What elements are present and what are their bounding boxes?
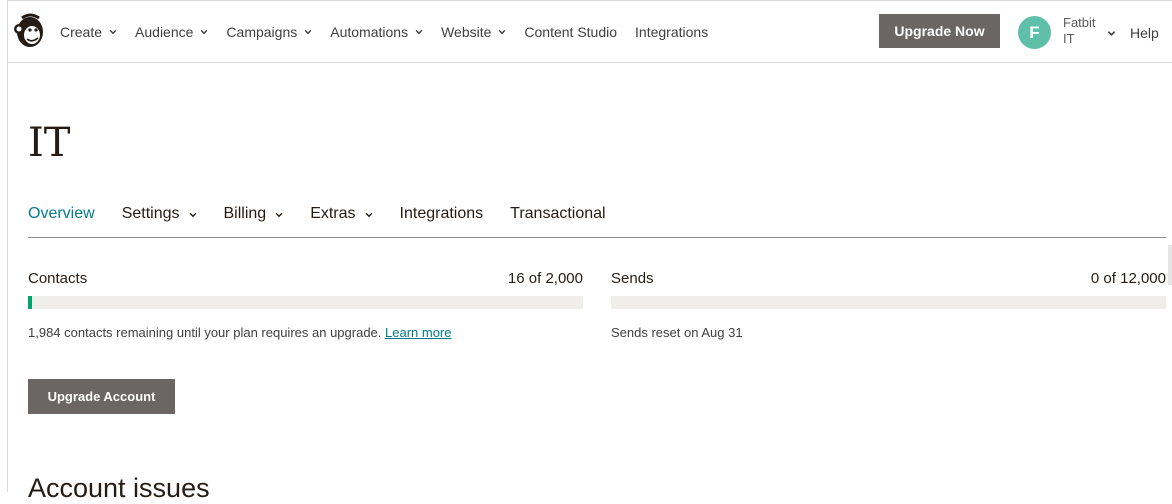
sends-label: Sends xyxy=(611,270,654,287)
sends-of: of xyxy=(1103,270,1116,287)
account-tabs: Overview Settings Billing Extras Integration… xyxy=(28,200,1166,238)
contacts-used: 16 xyxy=(507,270,525,287)
chevron-down-icon xyxy=(275,212,283,218)
avatar[interactable]: F xyxy=(1018,16,1051,49)
tab-label: Settings xyxy=(121,205,180,222)
nav-item-label: Create xyxy=(60,23,103,40)
tab-label: Transactional xyxy=(510,205,606,222)
tab-label: Extras xyxy=(310,205,356,222)
top-navigation: Create Audience Campaigns Automations Websit… xyxy=(8,1,1172,63)
contacts-note-text: 1,984 contacts remaining until your plan… xyxy=(28,325,382,340)
account-name-line1: Fatbit xyxy=(1063,15,1096,30)
tab-label: Billing xyxy=(223,205,267,222)
nav-item-create[interactable]: Create xyxy=(60,24,117,40)
contacts-progress-bar xyxy=(28,296,583,309)
contacts-label: Contacts xyxy=(28,270,88,287)
nav-item-label: Campaigns xyxy=(226,23,298,40)
nav-item-audience[interactable]: Audience xyxy=(135,24,208,40)
contacts-of: of xyxy=(528,270,542,287)
nav-item-label: Integrations xyxy=(635,23,709,40)
contacts-limit: 2,000 xyxy=(545,270,583,287)
chevron-down-icon xyxy=(109,29,117,34)
contacts-note: 1,984 contacts remaining until your plan… xyxy=(28,325,583,340)
learn-more-link[interactable]: Learn more xyxy=(385,325,451,340)
tab-extras[interactable]: Extras xyxy=(310,200,372,237)
nav-item-automations[interactable]: Automations xyxy=(330,24,423,40)
sends-count: 0 of 12,000 xyxy=(1091,270,1166,290)
freddie-monkey-logo[interactable] xyxy=(12,11,48,51)
upgrade-account-button[interactable]: Upgrade Account xyxy=(28,379,175,414)
window-left-border xyxy=(7,0,8,492)
tab-label: Integrations xyxy=(399,205,484,222)
account-issues-heading: Account issues xyxy=(28,473,210,504)
sends-usage: Sends 0 of 12,000 Sends reset on Aug 31 xyxy=(611,270,1166,340)
sends-note: Sends reset on Aug 31 xyxy=(611,325,1166,340)
tab-label: Overview xyxy=(28,205,95,222)
sends-used: 0 xyxy=(1090,270,1100,287)
help-link[interactable]: Help xyxy=(1130,25,1159,41)
chevron-down-icon xyxy=(201,29,208,34)
chevron-down-icon xyxy=(365,212,372,218)
nav-item-campaigns[interactable]: Campaigns xyxy=(226,24,312,40)
sends-note-text: Sends reset on Aug 31 xyxy=(611,325,743,340)
nav-item-content-studio[interactable]: Content Studio xyxy=(524,24,617,40)
tab-settings[interactable]: Settings xyxy=(122,200,197,237)
scrollbar[interactable] xyxy=(1168,245,1172,285)
chevron-down-icon xyxy=(415,29,423,34)
nav-item-label: Audience xyxy=(135,23,194,40)
nav-item-label: Website xyxy=(441,23,492,40)
tab-billing[interactable]: Billing xyxy=(224,200,284,237)
page-title: IT xyxy=(28,119,71,166)
sends-limit: 12,000 xyxy=(1120,270,1166,287)
account-name-line2: IT xyxy=(1063,31,1075,46)
tab-overview[interactable]: Overview xyxy=(28,200,95,237)
account-name[interactable]: Fatbit IT xyxy=(1063,15,1096,47)
contacts-progress-fill xyxy=(28,296,33,309)
chevron-down-icon xyxy=(499,29,506,34)
tab-transactional[interactable]: Transactional xyxy=(510,200,605,237)
chevron-down-icon xyxy=(189,212,196,218)
primary-nav: Create Audience Campaigns Automations Websit… xyxy=(60,1,726,62)
nav-item-label: Content Studio xyxy=(524,23,618,40)
nav-item-website[interactable]: Website xyxy=(441,24,506,40)
upgrade-now-button[interactable]: Upgrade Now xyxy=(879,14,1000,48)
nav-item-integrations[interactable]: Integrations xyxy=(635,24,708,40)
sends-progress-bar xyxy=(611,296,1166,309)
nav-item-label: Automations xyxy=(330,23,409,40)
contacts-usage: Contacts 16 of 2,000 1,984 contacts rema… xyxy=(28,270,583,340)
chevron-down-icon[interactable] xyxy=(1107,29,1116,38)
chevron-down-icon xyxy=(304,29,312,34)
tab-integrations[interactable]: Integrations xyxy=(400,200,484,237)
contacts-count: 16 of 2,000 xyxy=(508,270,583,290)
